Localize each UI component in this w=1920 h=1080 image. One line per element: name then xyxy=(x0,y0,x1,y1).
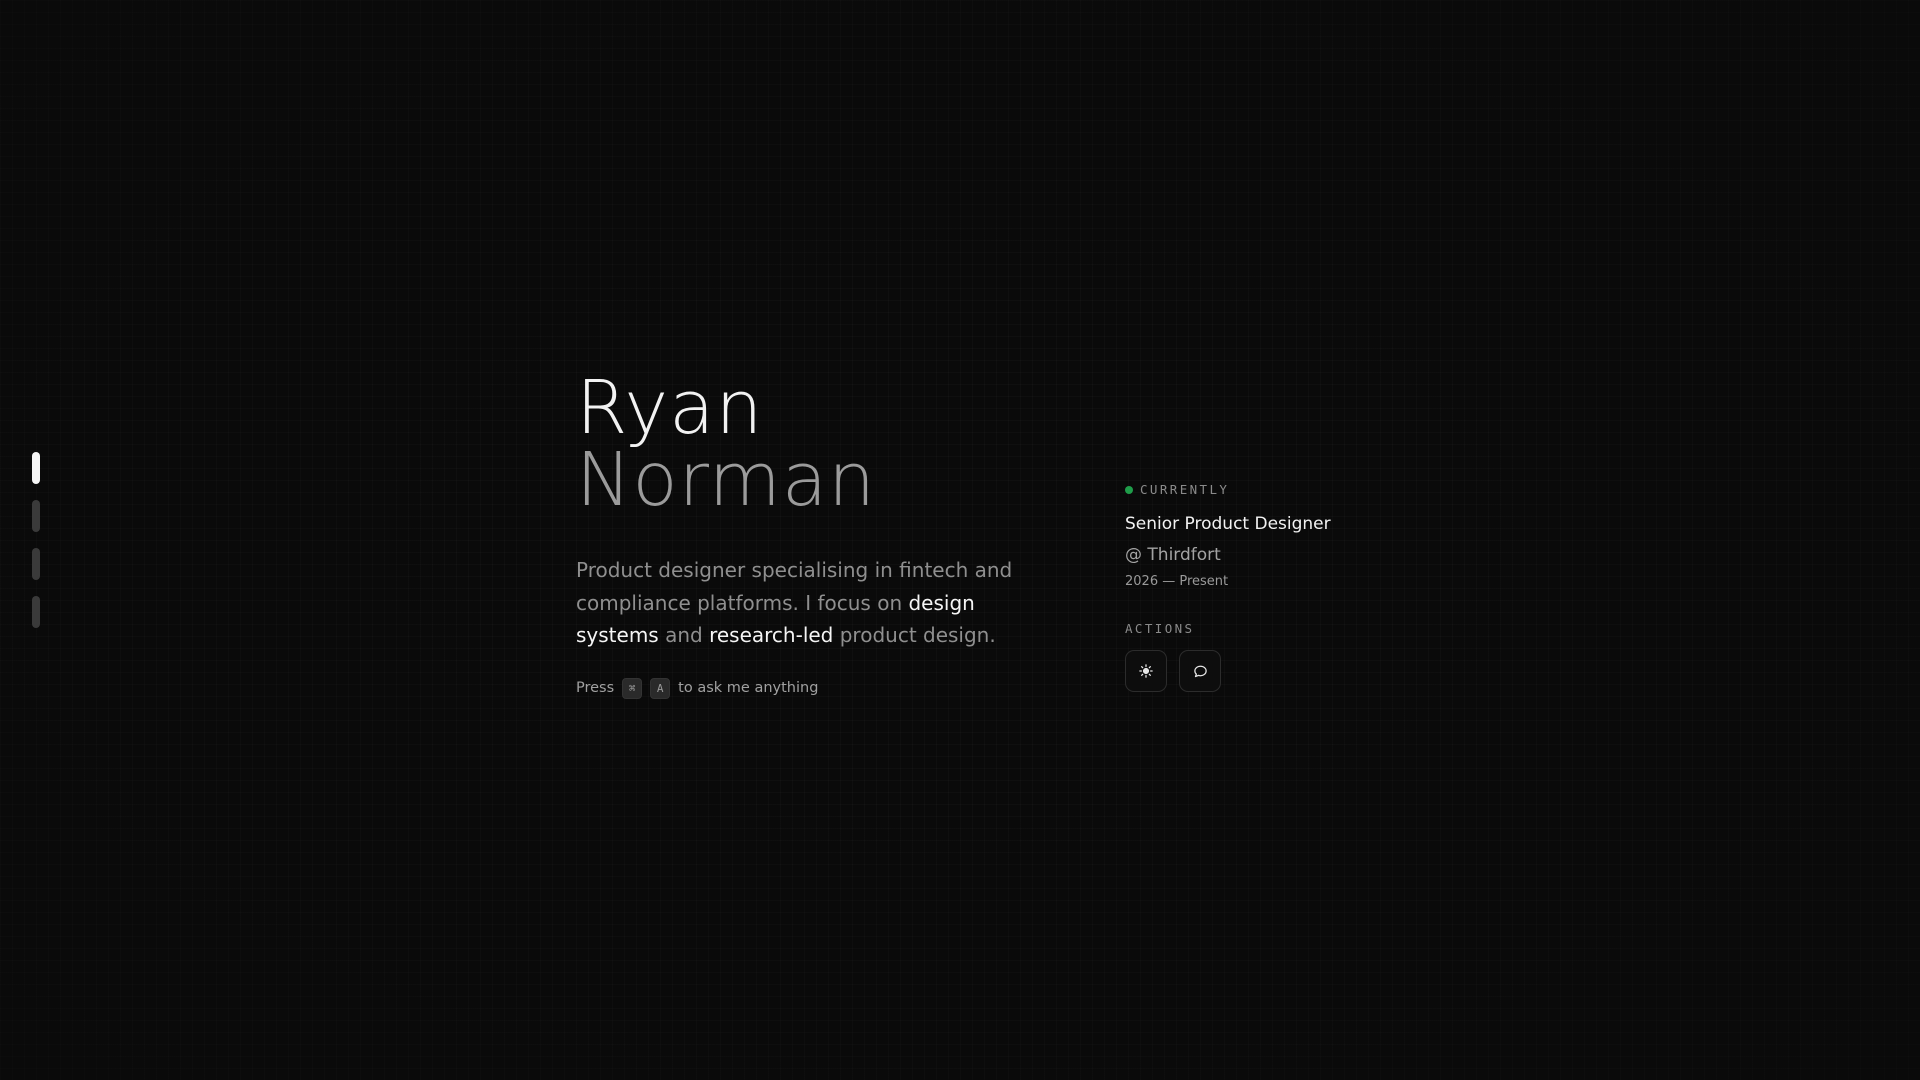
bio-highlight-research-led: research-led xyxy=(709,623,834,647)
actions-label-text: ACTIONS xyxy=(1125,621,1195,636)
first-name: Ryan xyxy=(576,365,764,451)
bio-paragraph: Product designer specialising in fintech… xyxy=(576,554,1046,652)
ask-shortcut-hint: Press ⌘ A to ask me anything xyxy=(576,677,1046,699)
section-navigation xyxy=(32,452,40,628)
hero-section: Ryan Norman Product designer specialisin… xyxy=(576,365,1046,699)
last-name: Norman xyxy=(576,437,877,523)
section-nav-pip-2[interactable] xyxy=(32,500,40,532)
section-nav-pip-1[interactable] xyxy=(32,452,40,484)
bio-text-3: product design. xyxy=(833,623,996,647)
theme-toggle-button[interactable] xyxy=(1125,650,1167,692)
section-nav-pip-4[interactable] xyxy=(32,596,40,628)
bio-text-2: and xyxy=(658,623,710,647)
command-key-icon: ⌘ xyxy=(622,677,643,699)
sun-icon xyxy=(1139,664,1153,678)
hero-name: Ryan Norman xyxy=(576,365,1046,523)
chat-bubble-icon xyxy=(1193,664,1208,679)
current-company: @ Thirdfort xyxy=(1125,545,1221,565)
ask-prefix: Press xyxy=(576,680,615,696)
chat-button[interactable] xyxy=(1179,650,1221,692)
a-key: A xyxy=(650,677,671,699)
current-dates: 2026 — Present xyxy=(1125,574,1229,589)
actions-label: ACTIONS xyxy=(1125,621,1385,636)
section-nav-pip-3[interactable] xyxy=(32,548,40,580)
status-dot-icon xyxy=(1125,485,1133,494)
current-role: Senior Product Designer xyxy=(1125,514,1331,534)
currently-label-text: CURRENTLY xyxy=(1140,482,1230,497)
currently-label: CURRENTLY xyxy=(1125,482,1385,497)
ask-suffix: to ask me anything xyxy=(678,680,819,696)
side-panel: CURRENTLY Senior Product Designer @ Thir… xyxy=(1125,482,1385,692)
actions-row xyxy=(1125,650,1385,692)
